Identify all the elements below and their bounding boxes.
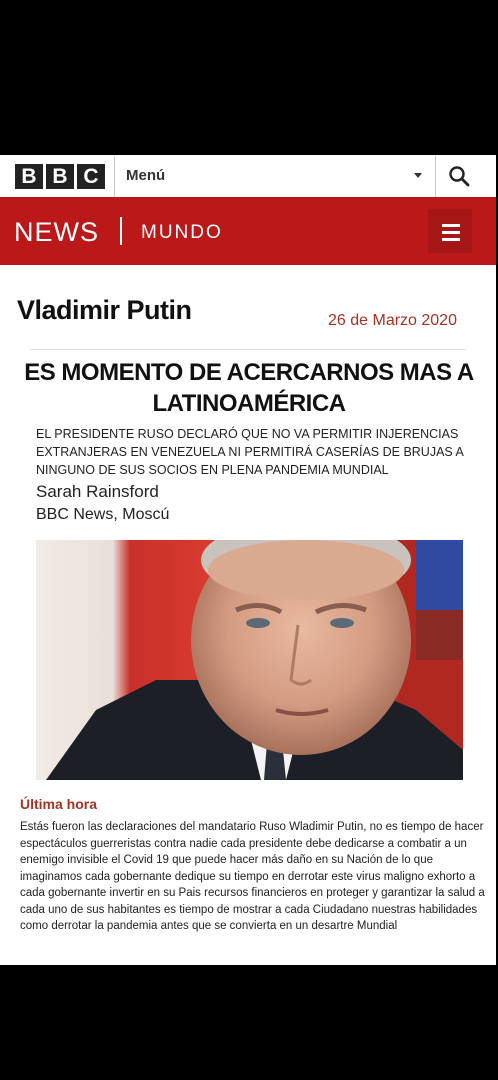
divider bbox=[120, 217, 122, 245]
search-icon[interactable] bbox=[448, 165, 470, 187]
reporter-name: Sarah Rainsford bbox=[36, 482, 159, 501]
article-photo bbox=[36, 540, 463, 780]
divider bbox=[435, 155, 436, 197]
divider bbox=[30, 349, 466, 350]
article-date: 26 de Marzo 2020 bbox=[328, 312, 457, 329]
news-link[interactable]: NEWS bbox=[14, 217, 99, 248]
page: B B C Menú NEWS MUNDO Vladimir Putin 26 … bbox=[0, 155, 496, 965]
article-headline: ES MOMENTO DE ACERCARNOS MAS A LATINOAMÉ… bbox=[24, 359, 474, 417]
hamburger-menu-icon bbox=[442, 224, 460, 245]
menu-dropdown[interactable]: Menú bbox=[115, 155, 435, 197]
logo-letter: B bbox=[46, 164, 74, 189]
logo-letter: B bbox=[15, 164, 43, 189]
article-body: Estás fueron las declaraciones del manda… bbox=[20, 821, 485, 932]
section-heading: Última hora bbox=[20, 796, 98, 812]
article-author-title: Vladimir Putin bbox=[17, 295, 192, 325]
top-bar: B B C Menú bbox=[0, 155, 496, 198]
bbc-logo[interactable]: B B C bbox=[15, 164, 105, 189]
news-bar: NEWS MUNDO bbox=[0, 197, 496, 265]
article-subheadline: EL PRESIDENTE RUSO DECLARÓ QUE NO VA PER… bbox=[36, 427, 464, 477]
chevron-down-icon bbox=[414, 173, 422, 178]
reporter-office: BBC News, Moscú bbox=[36, 506, 170, 523]
section-link[interactable]: MUNDO bbox=[141, 222, 223, 244]
logo-letter: C bbox=[77, 164, 105, 189]
menu-label: Menú bbox=[126, 167, 166, 184]
